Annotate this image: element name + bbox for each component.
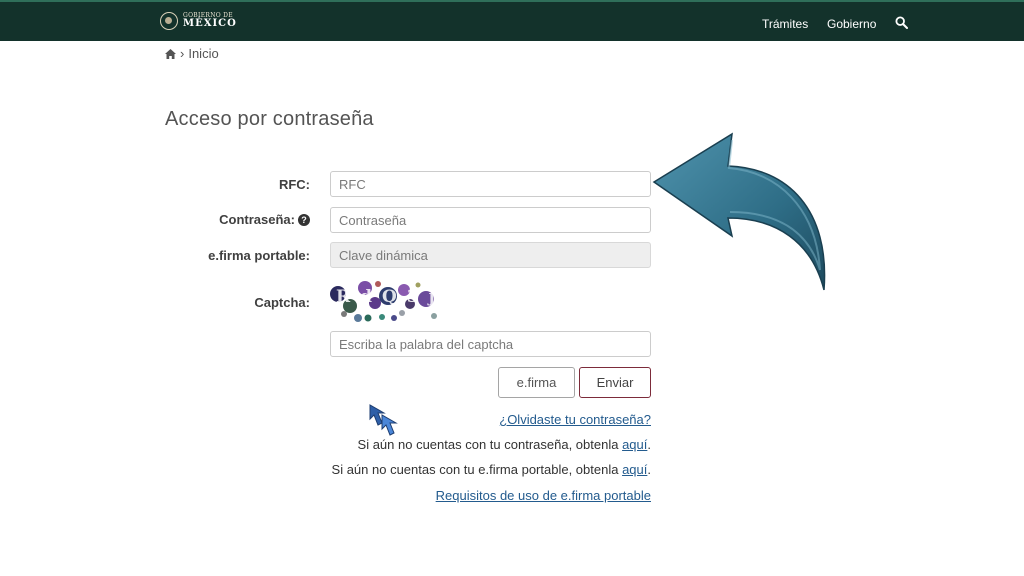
rfc-input[interactable] [330,171,651,197]
get-password-link[interactable]: aquí [622,437,647,452]
no-password-text: Si aún no cuentas con tu contraseña, obt… [357,437,623,452]
efirma-portable-label: e.firma portable: [208,248,310,263]
requisitos-efirma-link[interactable]: Requisitos de uso de e.firma portable [436,488,651,503]
efirma-button[interactable]: e.firma [498,367,575,398]
breadcrumb-inicio[interactable]: Inicio [188,46,218,61]
captcha-image: RdQ3j [330,281,440,322]
logo-big-text: MÉXICO [183,18,237,29]
help-icon[interactable]: ? [298,213,310,226]
search-icon[interactable] [895,16,908,29]
nav-link-gobierno[interactable]: Gobierno [827,17,876,31]
no-password-line: Si aún no cuentas con tu contraseña, obt… [358,437,651,452]
enviar-button[interactable]: Enviar [579,367,651,398]
no-efirma-text: Si aún no cuentas con tu e.firma portabl… [331,462,623,477]
breadcrumb: › Inicio [165,46,219,61]
breadcrumb-separator: › [180,46,185,61]
forgot-password-line: ¿Olvidaste tu contraseña? [499,412,651,427]
page-title: Acceso por contraseña [165,108,374,130]
period: . [647,437,651,452]
captcha-input[interactable] [330,331,651,357]
captcha-label: Captcha: [254,295,310,310]
password-label-group: Contraseña: ? [219,212,310,227]
clave-dinamica-input[interactable] [330,242,651,268]
top-navbar: GOBIERNO DE MÉXICO Trámites Gobierno [0,0,1024,41]
forgot-password-link[interactable]: ¿Olvidaste tu contraseña? [499,412,651,427]
seal-icon [160,12,178,30]
cursor-icon [369,404,398,436]
gobierno-de-mexico-logo[interactable]: GOBIERNO DE MÉXICO [160,12,237,30]
no-efirma-line: Si aún no cuentas con tu e.firma portabl… [332,462,651,477]
logo-text: GOBIERNO DE MÉXICO [183,13,237,29]
requisitos-line: Requisitos de uso de e.firma portable [436,488,651,503]
home-icon[interactable] [165,48,176,59]
password-input[interactable] [330,207,651,233]
period: . [647,462,651,477]
captcha-text: RdQ3j [336,287,440,307]
password-label: Contraseña: [219,212,295,227]
nav-link-tramites[interactable]: Trámites [762,17,808,31]
curved-arrow-icon [652,132,826,291]
get-efirma-link[interactable]: aquí [622,462,647,477]
rfc-label: RFC: [278,177,310,192]
